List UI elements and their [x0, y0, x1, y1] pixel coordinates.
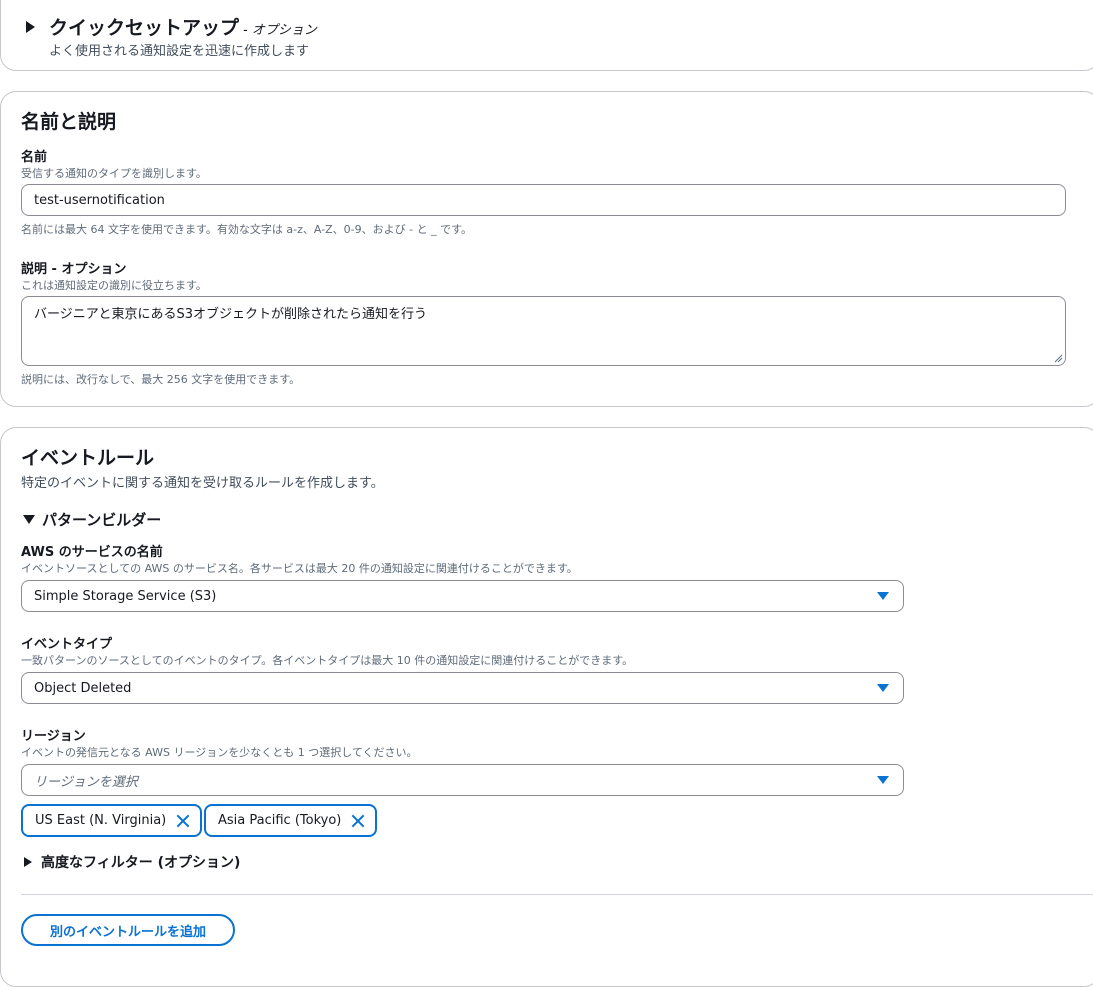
region-select-placeholder: リージョンを選択	[34, 774, 138, 790]
service-label: AWS のサービスの名前	[21, 545, 163, 560]
caret-right-icon	[24, 857, 32, 867]
resize-handle-icon[interactable]	[1053, 353, 1063, 363]
caret-right-icon	[26, 20, 35, 33]
name-input[interactable]: test-usernotification	[21, 184, 1066, 216]
caret-down-icon	[23, 515, 35, 524]
name-input-value: test-usernotification	[34, 192, 165, 208]
quick-setup-title: クイックセットアップ	[49, 17, 240, 39]
region-token-label: Asia Pacific (Tokyo)	[218, 813, 342, 828]
close-icon[interactable]	[351, 814, 365, 828]
dropdown-caret-icon	[877, 776, 889, 784]
section-title-event-rule: イベントルール	[21, 447, 155, 469]
event-type-select[interactable]: Object Deleted	[21, 672, 904, 704]
description-label: 説明 - オプション	[21, 262, 127, 277]
name-constraint: 名前には最大 64 文字を使用できます。有効な文字は a-z、A-Z、0-9、お…	[21, 223, 472, 236]
quick-setup-card: クイックセットアップ - オプション よく使用される通知設定を迅速に作成します	[0, 0, 1093, 71]
pattern-builder-label: パターンビルダー	[42, 511, 162, 529]
region-select[interactable]: リージョンを選択	[21, 764, 904, 796]
event-rule-card: イベントルール 特定のイベントに関する通知を受け取るルールを作成します。 パター…	[0, 427, 1093, 987]
advanced-filter-label: 高度なフィルター (オプション)	[41, 855, 241, 871]
close-icon[interactable]	[176, 814, 190, 828]
region-token-us-east: US East (N. Virginia)	[21, 804, 203, 837]
description-textarea[interactable]: バージニアと東京にあるS3オブジェクトが削除されたら通知を行う	[21, 296, 1066, 366]
event-rule-description: 特定のイベントに関する通知を受け取るルールを作成します。	[21, 476, 384, 491]
region-token-label: US East (N. Virginia)	[35, 813, 167, 828]
event-type-select-value: Object Deleted	[34, 680, 132, 696]
region-hint: イベントの発信元となる AWS リージョンを少なくとも 1 つ選択してください。	[21, 746, 418, 759]
service-select-value: Simple Storage Service (S3)	[34, 588, 217, 604]
service-hint: イベントソースとしての AWS のサービス名。各サービスは最大 20 件の通知設…	[21, 562, 578, 575]
dropdown-caret-icon	[877, 592, 889, 600]
region-token-tokyo: Asia Pacific (Tokyo)	[204, 804, 378, 837]
pattern-builder-expander[interactable]: パターンビルダー	[23, 509, 161, 530]
event-type-hint: 一致パターンのソースとしてのイベントのタイプ。各イベントタイプは最大 10 件の…	[21, 654, 634, 667]
name-description-card: 名前と説明 名前 受信する通知のタイプを識別します。 test-usernoti…	[0, 91, 1093, 407]
name-hint: 受信する通知のタイプを識別します。	[21, 167, 207, 180]
event-type-label: イベントタイプ	[21, 637, 113, 652]
description-hint: これは通知設定の識別に役立ちます。	[21, 279, 207, 292]
description-constraint: 説明には、改行なしで、最大 256 文字を使用できます。	[21, 373, 301, 386]
advanced-filter-expander[interactable]: 高度なフィルター (オプション)	[24, 852, 240, 872]
region-label: リージョン	[21, 729, 86, 744]
service-select[interactable]: Simple Storage Service (S3)	[21, 580, 904, 612]
quick-setup-description: よく使用される通知設定を迅速に作成します	[49, 44, 310, 59]
name-label: 名前	[21, 150, 48, 165]
quick-setup-optional: - オプション	[243, 22, 317, 38]
section-title-name: 名前と説明	[21, 111, 117, 133]
divider	[21, 894, 1093, 895]
add-event-rule-button[interactable]: 別のイベントルールを追加	[21, 914, 235, 946]
quick-setup-expander[interactable]: クイックセットアップ - オプション	[26, 13, 317, 40]
description-textarea-value: バージニアと東京にあるS3オブジェクトが削除されたら通知を行う	[34, 307, 428, 322]
dropdown-caret-icon	[877, 684, 889, 692]
